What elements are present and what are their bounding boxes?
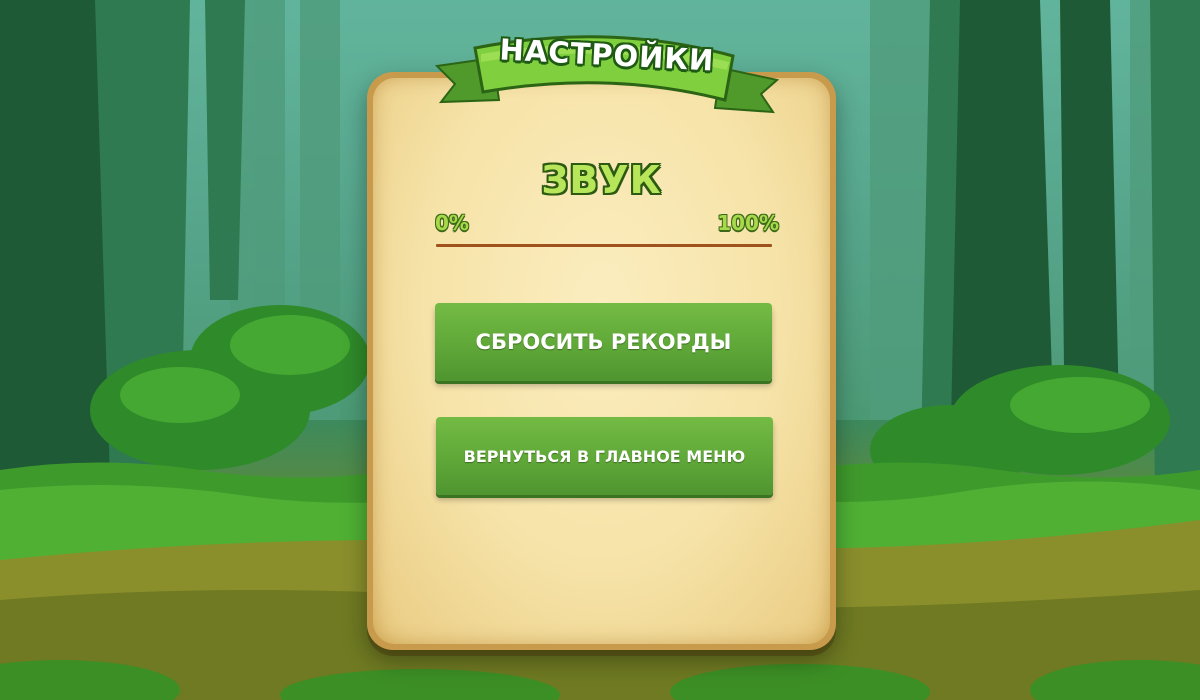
volume-max-label: 100% [717,211,779,235]
volume-slider[interactable] [436,238,772,254]
title-ribbon: НАСТРОЙКИ [433,30,781,122]
reset-records-button[interactable]: СБРОСИТЬ РЕКОРДЫ [435,303,772,381]
sound-heading: ЗВУК [541,158,662,202]
volume-min-label: 0% [435,211,469,235]
volume-slider-fill [436,244,772,247]
back-to-main-menu-button[interactable]: ВЕРНУТЬСЯ В ГЛАВНОЕ МЕНЮ [436,417,773,495]
